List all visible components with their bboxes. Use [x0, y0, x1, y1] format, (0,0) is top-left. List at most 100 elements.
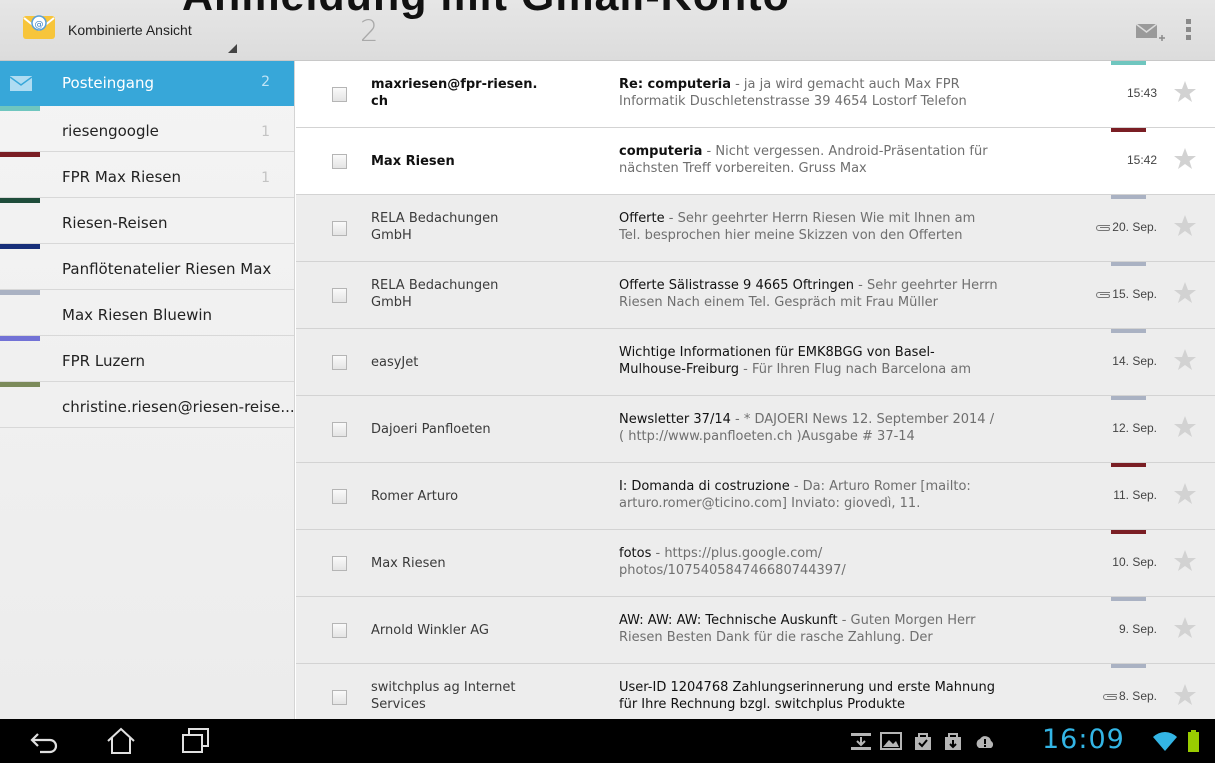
warning-cloud-icon[interactable] — [974, 731, 996, 751]
message-date: 14. Sep. — [1112, 354, 1157, 368]
star-icon[interactable] — [1173, 281, 1197, 305]
message-sender: RELA Bedachungen GmbH — [371, 211, 499, 243]
message-preview: User-ID 1204768 Zahlungserinnerung und e… — [619, 679, 999, 713]
message-checkbox[interactable] — [332, 221, 347, 236]
message-date: 15:42 — [1127, 153, 1157, 167]
folder-label: Posteingang — [62, 74, 155, 92]
folder-sidebar: Posteingang 2 riesengoogle 1 FPR Max Riesen 1… — [0, 61, 295, 719]
folder-unread-count: 1 — [261, 124, 270, 140]
message-row[interactable]: RELA Bedachungen GmbH Offerte Sälistrasse … — [296, 262, 1215, 329]
message-date-text: 9. Sep. — [1118, 622, 1157, 636]
sidebar-folder-item[interactable]: Panflötenatelier Riesen Max — [0, 244, 294, 290]
message-sender: Romer Arturo — [371, 489, 459, 504]
account-color-bar — [1111, 61, 1146, 65]
message-checkbox[interactable] — [332, 422, 347, 437]
message-sender: RELA Bedachungen GmbH — [371, 278, 499, 310]
message-date-text: 15:43 — [1126, 86, 1157, 100]
account-color-bar — [1111, 463, 1146, 467]
star-icon[interactable] — [1173, 415, 1197, 439]
message-checkbox[interactable] — [332, 154, 347, 169]
attachment-icon — [1096, 292, 1111, 299]
message-row[interactable]: easyJet Wichtige Informationen für EMK8BG… — [296, 329, 1215, 396]
folder-label: FPR Luzern — [62, 352, 145, 370]
message-date: 15. Sep. — [1095, 287, 1157, 301]
account-color-swatch — [0, 198, 40, 203]
message-preview: Re: computeria - ja ja wird gemacht auch… — [619, 76, 999, 110]
folder-label: Panflötenatelier Riesen Max — [62, 260, 272, 278]
account-color-swatch — [0, 290, 40, 295]
battery-icon — [1188, 730, 1199, 752]
message-row[interactable]: RELA Bedachungen GmbH Offerte - Sehr geehr… — [296, 195, 1215, 262]
star-icon[interactable] — [1173, 683, 1197, 707]
compose-icon[interactable] — [1136, 21, 1166, 45]
message-checkbox[interactable] — [332, 288, 347, 303]
message-snippet: - Sehr geehrter Herrn Riesen Wie mit Ihn… — [619, 211, 976, 243]
message-row[interactable]: Arnold Winkler AG AW: AW: AW: Technische … — [296, 597, 1215, 664]
message-checkbox[interactable] — [332, 489, 347, 504]
star-icon[interactable] — [1173, 482, 1197, 506]
message-checkbox[interactable] — [332, 87, 347, 102]
message-checkbox[interactable] — [332, 355, 347, 370]
back-icon[interactable] — [28, 727, 60, 755]
message-sender: Max Riesen — [371, 556, 446, 571]
message-checkbox[interactable] — [332, 556, 347, 571]
star-icon[interactable] — [1173, 147, 1197, 171]
recent-apps-icon[interactable] — [180, 727, 212, 755]
overflow-menu-icon[interactable] — [1183, 19, 1193, 47]
message-date-text: 11. Sep. — [1113, 488, 1157, 502]
folder-label: Max Riesen Bluewin — [62, 306, 213, 324]
message-row[interactable]: Max Riesen computeria - Nicht vergessen. … — [296, 128, 1215, 195]
message-preview: Offerte Sälistrasse 9 4665 Oftringen - S… — [619, 277, 999, 311]
sidebar-folder-item[interactable]: riesengoogle 1 — [0, 106, 294, 152]
message-subject: Re: computeria — [619, 77, 731, 92]
message-date: 11. Sep. — [1113, 488, 1157, 502]
message-sender: easyJet — [371, 355, 419, 370]
star-icon[interactable] — [1173, 214, 1197, 238]
image-notification-icon[interactable] — [880, 731, 902, 751]
message-subject: AW: AW: AW: Technische Auskunft — [619, 613, 838, 628]
message-row[interactable]: switchplus ag Internet Services User-ID 12… — [296, 664, 1215, 719]
attachment-icon — [1102, 694, 1117, 701]
message-checkbox[interactable] — [332, 623, 347, 638]
store-bag-icon[interactable] — [912, 731, 934, 751]
sidebar-folder-item[interactable]: FPR Max Riesen 1 — [0, 152, 294, 198]
folder-label: FPR Max Riesen — [62, 168, 182, 186]
message-date-text: 14. Sep. — [1112, 354, 1157, 368]
message-row[interactable]: Dajoeri Panfloeten Newsletter 37/14 - * D… — [296, 396, 1215, 463]
download-notification-icon[interactable] — [850, 731, 872, 751]
star-icon[interactable] — [1173, 348, 1197, 372]
message-preview: fotos - https://plus.google.com/ photos/… — [619, 545, 999, 579]
sidebar-folder-item[interactable]: FPR Luzern — [0, 336, 294, 382]
message-date: 9. Sep. — [1119, 622, 1157, 636]
message-date: 8. Sep. — [1102, 689, 1157, 703]
account-color-swatch — [0, 106, 40, 111]
message-subject: Offerte Sälistrasse 9 4665 Oftringen — [619, 278, 855, 293]
account-color-bar — [1111, 396, 1146, 400]
attachment-icon — [1096, 225, 1111, 232]
status-clock: 16:09 — [1042, 724, 1125, 755]
store-update-icon[interactable] — [942, 731, 964, 751]
message-date: 12. Sep. — [1112, 421, 1157, 435]
star-icon[interactable] — [1173, 549, 1197, 573]
message-row[interactable]: maxriesen@fpr-riesen. ch Re: computeria - … — [296, 61, 1215, 128]
sidebar-folder-item[interactable]: Riesen-Reisen — [0, 198, 294, 244]
home-icon[interactable] — [105, 727, 137, 755]
message-row[interactable]: Max Riesen fotos - https://plus.google.co… — [296, 530, 1215, 597]
message-date: 10. Sep. — [1112, 555, 1157, 569]
message-row[interactable]: Romer Arturo I: Domanda di costruzione - … — [296, 463, 1215, 530]
account-color-bar — [1111, 664, 1146, 668]
folder-unread-count: 1 — [261, 170, 270, 186]
message-sender: Arnold Winkler AG — [371, 623, 489, 638]
message-date: 20. Sep. — [1095, 220, 1157, 234]
message-date-text: 12. Sep. — [1112, 421, 1157, 435]
email-app-icon[interactable]: @ — [22, 13, 56, 41]
message-sender: switchplus ag Internet Services — [371, 680, 516, 712]
sidebar-folder-item[interactable]: christine.riesen@riesen-reise... — [0, 382, 295, 428]
spinner-triangle-icon — [228, 44, 237, 53]
star-icon[interactable] — [1173, 616, 1197, 640]
star-icon[interactable] — [1173, 80, 1197, 104]
sidebar-folder-item[interactable]: Max Riesen Bluewin — [0, 290, 294, 336]
account-color-bar — [1111, 128, 1146, 132]
message-checkbox[interactable] — [332, 690, 347, 705]
sidebar-folder-item[interactable]: Posteingang 2 — [0, 61, 294, 106]
